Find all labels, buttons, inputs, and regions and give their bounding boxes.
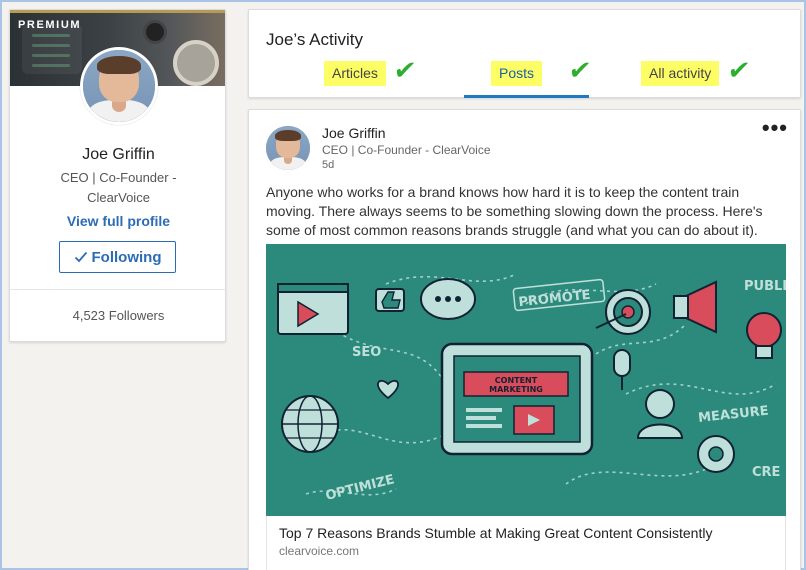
profile-card: PREMIUM Joe Griffin CEO | Co-Founder - C… <box>9 9 226 342</box>
checkmark-icon <box>74 251 87 263</box>
post-author-name[interactable]: Joe Griffin <box>322 125 386 141</box>
premium-badge: PREMIUM <box>18 19 82 31</box>
post-author-avatar[interactable] <box>266 126 310 170</box>
thumbs-up-icon <box>375 288 405 312</box>
seo-label: SEO <box>352 345 381 360</box>
cover-deco-line <box>32 54 70 57</box>
tab-posts[interactable]: Posts <box>491 61 543 86</box>
create-label: CRE <box>752 465 780 480</box>
post-image[interactable]: PROMOTE PUBLI SEO CONTENT MARKETING MEAS… <box>266 244 786 516</box>
link-preview-domain: clearvoice.com <box>279 544 360 558</box>
green-check-icon: ✔ <box>566 55 593 85</box>
divider <box>10 289 225 290</box>
activity-title: Joe’s Activity <box>266 30 364 49</box>
gear-icon <box>697 435 735 473</box>
more-options-icon[interactable]: ••• <box>762 117 788 139</box>
cover-plate <box>173 40 219 86</box>
tab-articles[interactable]: Articles <box>324 61 386 86</box>
globe-icon <box>281 395 339 453</box>
followers-count: 4,523 Followers <box>72 308 165 323</box>
following-button[interactable]: Following <box>59 241 176 273</box>
premium-accent-bar <box>10 10 225 13</box>
green-check-icon: ✔ <box>725 55 752 85</box>
profile-headline: CEO | Co-Founder - ClearVoice <box>60 170 177 205</box>
avatar[interactable] <box>80 47 158 125</box>
content-marketing-illustration: PROMOTE PUBLI SEO CONTENT MARKETING MEAS… <box>266 244 786 516</box>
link-preview[interactable]: Top 7 Reasons Brands Stumble at Making G… <box>266 516 786 570</box>
post-timestamp: 5d <box>322 159 335 171</box>
video-window-icon <box>277 283 349 335</box>
marketing-label: MARKETING <box>489 385 543 394</box>
speech-bubble-icon <box>420 278 476 320</box>
content-label: CONTENT <box>495 376 538 385</box>
cover-deco-line <box>32 64 70 67</box>
activity-header-card: Joe’s Activity Articles ✔ Posts ✔ All ac… <box>248 9 801 98</box>
green-check-icon: ✔ <box>391 55 418 85</box>
profile-name[interactable]: Joe Griffin <box>10 146 225 164</box>
view-full-profile-link[interactable]: View full profile <box>10 213 225 229</box>
cover-deco-line <box>32 44 70 47</box>
following-label: Following <box>91 248 162 266</box>
cover-deco-line <box>32 34 70 37</box>
post-card: Joe Griffin CEO | Co-Founder - ClearVoic… <box>248 109 801 570</box>
post-body-text: Anyone who works for a brand knows how h… <box>266 184 763 238</box>
tab-all-activity[interactable]: All activity <box>641 61 720 86</box>
cover-cup <box>143 20 167 44</box>
link-preview-title[interactable]: Top 7 Reasons Brands Stumble at Making G… <box>279 525 712 541</box>
publish-label: PUBLI <box>744 279 786 294</box>
active-tab-indicator <box>464 95 589 98</box>
tablet-icon: CONTENT MARKETING <box>440 342 594 456</box>
post-author-headline: CEO | Co-Founder - ClearVoice <box>322 143 491 157</box>
